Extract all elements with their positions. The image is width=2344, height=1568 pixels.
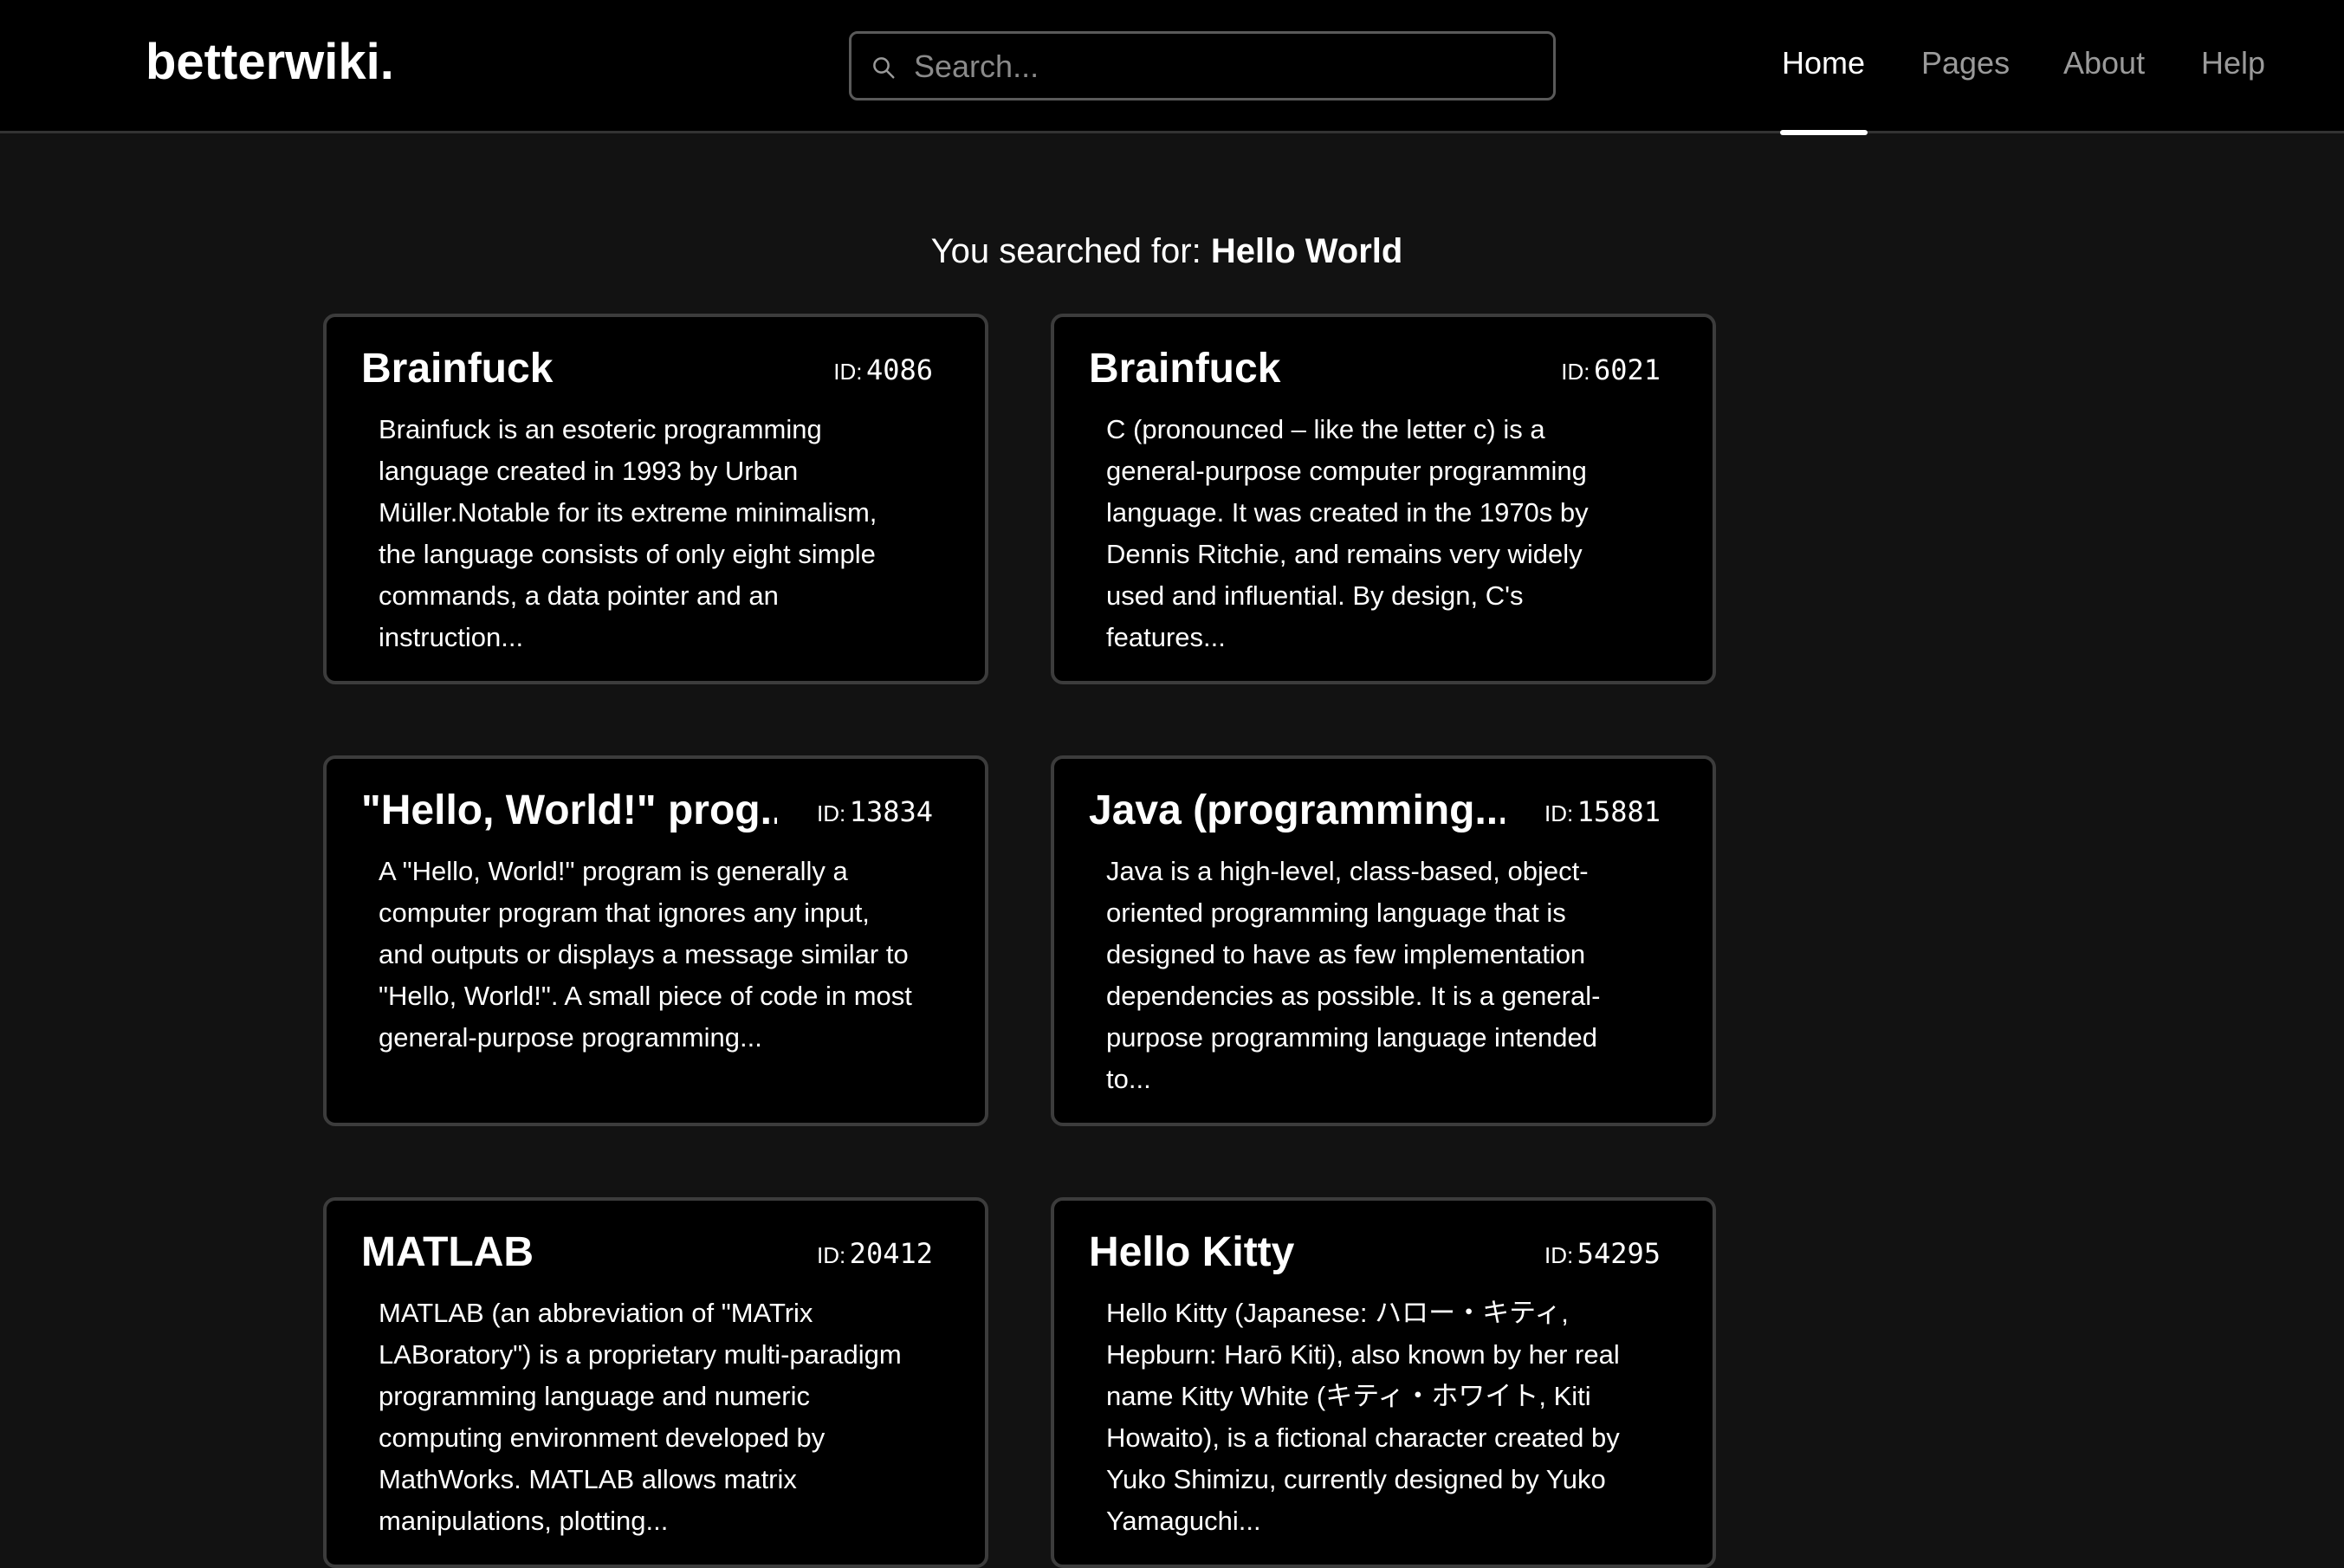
result-title[interactable]: "Hello, World!" prog...: [361, 787, 777, 834]
result-card[interactable]: Hello Kitty ID: 54295 Hello Kitty (Japan…: [1051, 1197, 1716, 1568]
search-results-prefix: You searched for:: [930, 232, 1201, 270]
search-input[interactable]: [912, 39, 1539, 94]
search-box[interactable]: [849, 31, 1556, 100]
nav-about[interactable]: About: [2063, 45, 2145, 81]
result-snippet: MATLAB (an abbreviation of "MATrix LABor…: [379, 1298, 902, 1536]
result-id-label: ID:: [1544, 1242, 1574, 1268]
result-id-label: ID:: [833, 359, 863, 385]
result-card[interactable]: Java (programming... ID: 15881 Java is a…: [1051, 755, 1716, 1126]
result-id: ID: 15881: [1544, 795, 1661, 828]
result-id: ID: 13834: [817, 795, 933, 828]
result-id-label: ID:: [1544, 800, 1574, 826]
result-id-label: ID:: [1561, 359, 1590, 385]
nav-help[interactable]: Help: [2201, 45, 2265, 81]
result-snippet: A "Hello, World!" program is generally a…: [379, 856, 912, 1053]
result-id: ID: 6021: [1561, 353, 1661, 386]
result-title[interactable]: Brainfuck: [1089, 345, 1505, 392]
top-navbar: betterwiki. Home Pages About Help: [0, 0, 2344, 135]
result-id: ID: 4086: [833, 353, 933, 386]
result-card[interactable]: Brainfuck ID: 6021 C (pronounced – like …: [1051, 314, 1716, 684]
result-id-label: ID:: [816, 800, 846, 826]
result-id-value: 4086: [865, 353, 933, 386]
result-snippet: Brainfuck is an esoteric programming lan…: [379, 414, 877, 652]
result-card[interactable]: Brainfuck ID: 4086 Brainfuck is an esote…: [323, 314, 988, 684]
result-card[interactable]: "Hello, World!" prog... ID: 13834 A "Hel…: [323, 755, 988, 1126]
nav-pages[interactable]: Pages: [1921, 45, 2010, 81]
result-title[interactable]: Java (programming...: [1089, 787, 1505, 834]
nav-home[interactable]: Home: [1782, 45, 1865, 81]
result-title[interactable]: Brainfuck: [361, 345, 777, 392]
result-id: ID: 54295: [1544, 1237, 1661, 1270]
result-title[interactable]: Hello Kitty: [1089, 1228, 1505, 1276]
result-id-value: 13834: [849, 795, 933, 828]
result-title[interactable]: MATLAB: [361, 1228, 777, 1276]
result-id-value: 6021: [1593, 353, 1661, 386]
result-id-value: 15881: [1577, 795, 1661, 828]
search-query: Hello World: [1210, 232, 1403, 270]
result-snippet: Hello Kitty (Japanese: ハロー・キティ, Hepburn:…: [1106, 1298, 1620, 1536]
search-icon: [873, 57, 895, 79]
search-results-heading: You searched for: Hello World: [0, 232, 2334, 271]
result-snippet: C (pronounced – like the letter c) is a …: [1106, 414, 1589, 652]
result-id-value: 54295: [1577, 1237, 1661, 1270]
result-snippet: Java is a high-level, class-based, objec…: [1106, 856, 1601, 1094]
result-card[interactable]: MATLAB ID: 20412 MATLAB (an abbreviation…: [323, 1197, 988, 1568]
nav-active-indicator: [1780, 130, 1868, 135]
result-id-value: 20412: [849, 1237, 933, 1270]
site-logo[interactable]: betterwiki.: [146, 33, 394, 91]
result-id: ID: 20412: [817, 1237, 933, 1270]
result-id-label: ID:: [816, 1242, 846, 1268]
